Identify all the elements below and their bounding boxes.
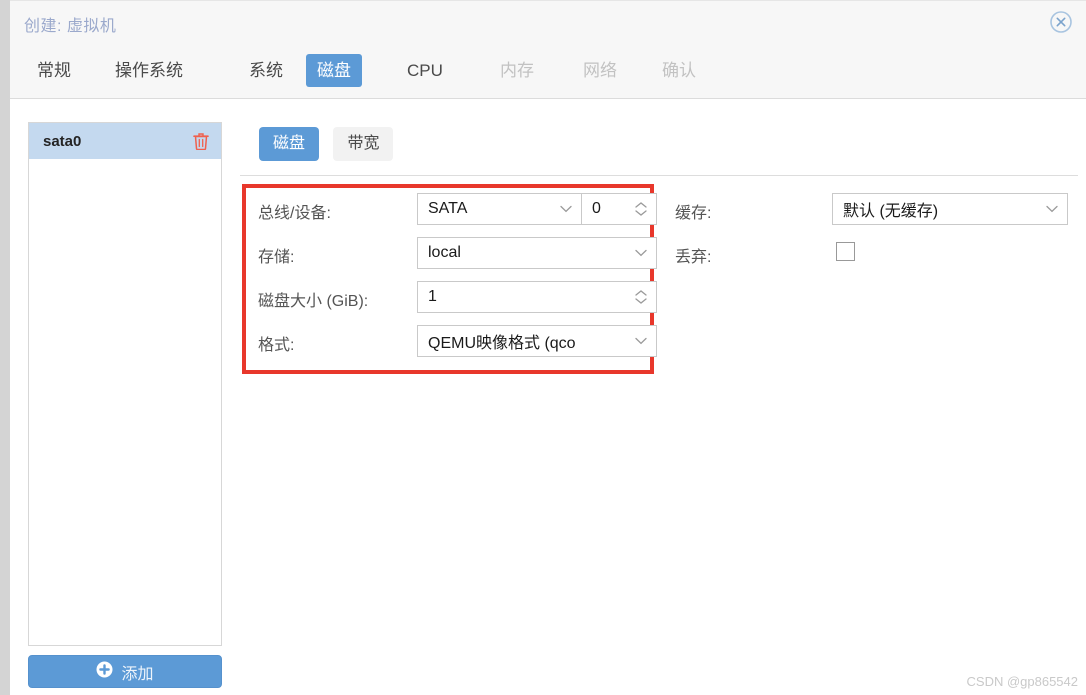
window-left-edge — [0, 0, 10, 695]
device-number-stepper[interactable]: 0 — [582, 193, 657, 225]
storage-value: local — [428, 244, 461, 261]
chevron-down-icon — [1041, 205, 1063, 213]
bus-device-value: SATA — [428, 200, 468, 217]
close-circle-icon[interactable] — [1048, 9, 1074, 35]
stepper-arrows-icon[interactable] — [629, 202, 653, 216]
stepper-arrows-icon[interactable] — [629, 290, 653, 304]
discard-checkbox[interactable] — [836, 242, 855, 261]
tab-memory: 内存 — [500, 61, 534, 80]
wizard-tabs: 常规 操作系统 系统 磁盘 CPU 内存 网络 确认 — [10, 43, 1086, 99]
cache-value: 默认 (无缓存) — [843, 203, 939, 220]
device-list-panel: sata0 — [28, 122, 222, 646]
dialog-title: 创建: 虚拟机 — [24, 18, 117, 35]
discard-label: 丢弃: — [675, 249, 712, 266]
tab-general[interactable]: 常规 — [26, 54, 82, 87]
disk-size-value: 1 — [428, 288, 437, 305]
plus-circle-icon — [96, 661, 113, 683]
disk-subtabs: 磁盘 带宽 — [259, 127, 403, 161]
format-label: 格式: — [258, 337, 295, 354]
add-disk-label: 添加 — [121, 665, 154, 683]
cache-select[interactable]: 默认 (无缓存) — [832, 193, 1068, 225]
subtab-disk[interactable]: 磁盘 — [259, 127, 320, 161]
chevron-down-icon — [630, 337, 652, 345]
trash-icon[interactable] — [193, 132, 209, 151]
disk-settings-pane: 磁盘 带宽 总线/设备: SATA 0 存储: local 磁盘大小 (GiB)… — [240, 99, 1078, 695]
disk-size-stepper[interactable]: 1 — [417, 281, 657, 313]
format-select[interactable]: QEMU映像格式 (qco — [417, 325, 657, 357]
format-value: QEMU映像格式 (qco — [428, 335, 576, 352]
storage-select[interactable]: local — [417, 237, 657, 269]
add-disk-button[interactable]: 添加 — [28, 655, 222, 688]
disk-size-label: 磁盘大小 (GiB): — [258, 293, 369, 310]
tab-system[interactable]: 系统 — [238, 54, 294, 87]
dialog-body: sata0 添加 磁盘 带宽 总线/设备: SATA 0 存储: local 磁… — [10, 99, 1086, 695]
bus-device-select[interactable]: SATA — [417, 193, 582, 225]
watermark-text: CSDN @gp865542 — [966, 674, 1078, 689]
storage-label: 存储: — [258, 249, 295, 266]
tab-disks[interactable]: 磁盘 — [306, 54, 362, 87]
tab-confirm: 确认 — [662, 61, 696, 80]
device-name-label: sata0 — [43, 132, 82, 150]
subtab-bandwidth[interactable]: 带宽 — [333, 127, 394, 161]
dialog-titlebar: 创建: 虚拟机 — [10, 1, 1086, 43]
list-item[interactable]: sata0 — [29, 123, 221, 159]
tab-os[interactable]: 操作系统 — [104, 54, 194, 87]
chevron-down-icon — [555, 205, 577, 213]
create-vm-dialog: 创建: 虚拟机 常规 操作系统 系统 磁盘 CPU 内存 网络 确认 sata0 — [0, 0, 1086, 695]
chevron-down-icon — [630, 249, 652, 257]
section-divider — [240, 175, 1078, 176]
cache-label: 缓存: — [675, 205, 712, 222]
tab-cpu[interactable]: CPU — [396, 54, 454, 87]
tab-network: 网络 — [583, 61, 617, 80]
device-number-value: 0 — [592, 200, 601, 217]
bus-device-label: 总线/设备: — [258, 205, 331, 222]
